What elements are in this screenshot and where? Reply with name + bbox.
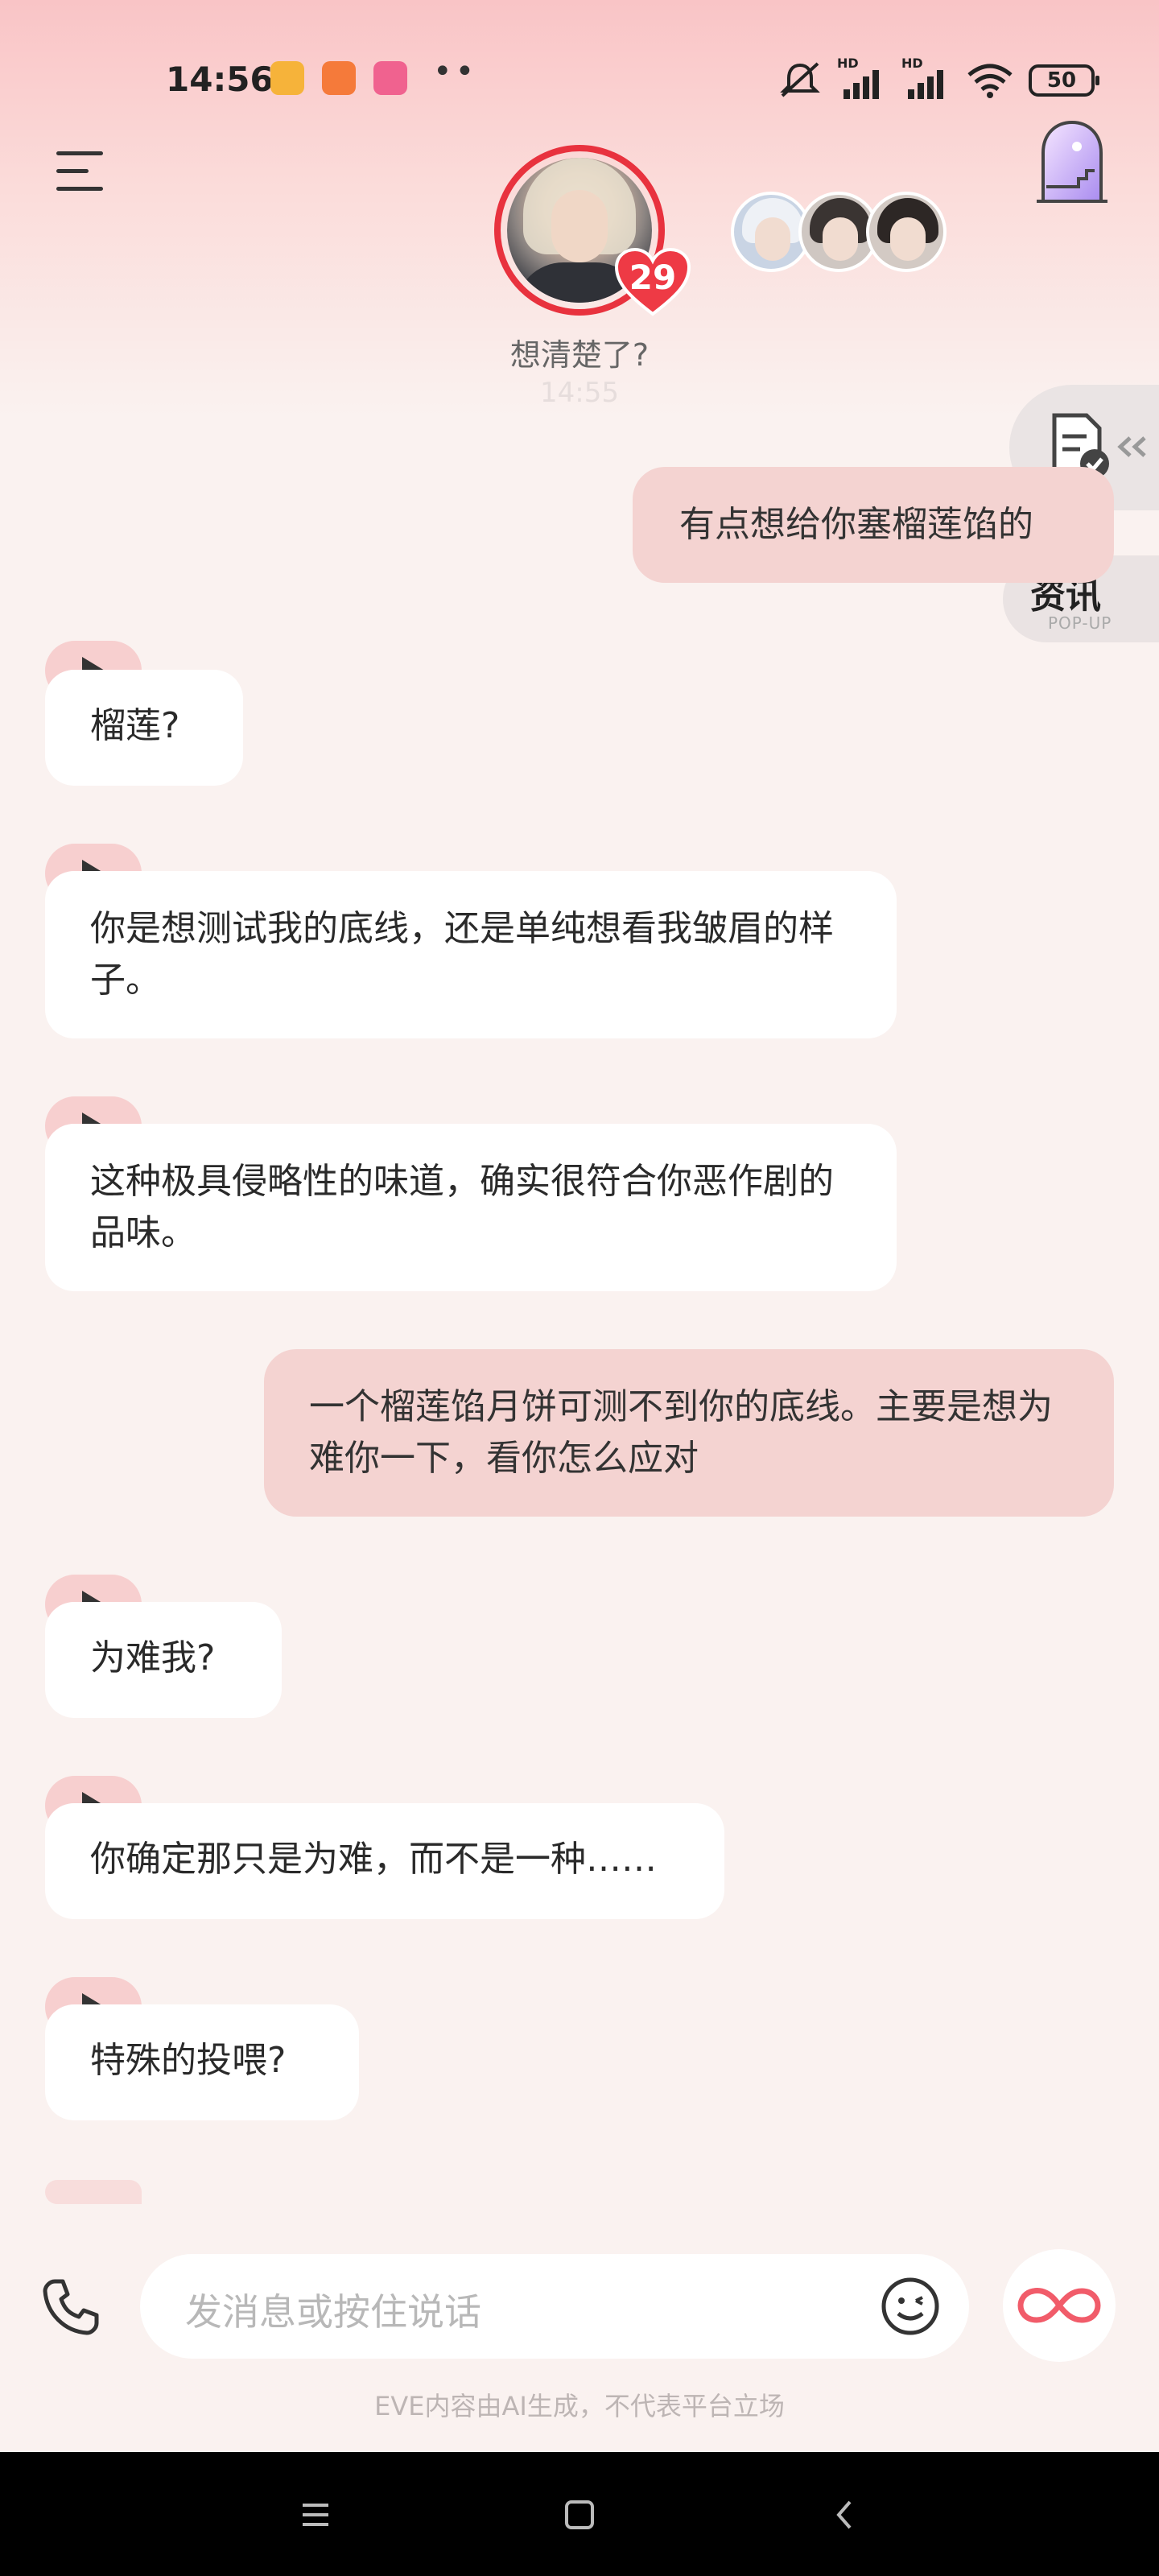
signal-2-icon: HD <box>901 56 951 101</box>
ai-mode-button[interactable] <box>1003 2249 1116 2362</box>
friend-avatar[interactable] <box>866 192 947 272</box>
message-text: 这种极具侵略性的味道，确实很符合你恶作剧的品味。 <box>90 1161 834 1253</box>
emoji-icon[interactable] <box>881 2277 940 2336</box>
infinity-icon <box>1017 2288 1101 2323</box>
message-text: 你确定那只是为难，而不是一种…… <box>90 1839 657 1880</box>
input-placeholder: 发消息或按住说话 <box>185 2290 481 2334</box>
message-text: 为难我? <box>90 1637 216 1678</box>
phone-call-icon[interactable] <box>39 2275 103 2339</box>
portal-gate-icon[interactable] <box>1033 118 1111 206</box>
message-timestamp: 14:55 <box>540 377 619 409</box>
signal-1-icon: HD <box>837 56 887 101</box>
battery-indicator: 50 <box>1029 64 1099 97</box>
message-text: 你是想测试我的底线，还是单纯想看我皱眉的样子。 <box>90 908 834 1001</box>
message-text: 榴莲? <box>90 705 180 746</box>
status-time: 14:56 <box>166 60 274 99</box>
shopping-app-icon <box>322 61 356 95</box>
status-bar: 14:56 •• HD HD 50 <box>0 48 1159 113</box>
ai-message[interactable]: 这种极具侵略性的味道，确实很符合你恶作剧的品味。 <box>45 1124 897 1291</box>
message-text: 有点想给你塞榴莲馅的 <box>679 504 1033 545</box>
notes-app-icon <box>270 61 304 95</box>
user-message[interactable]: 一个榴莲馅月饼可测不到你的底线。主要是想为难你一下，看你怎么应对 <box>264 1349 1114 1517</box>
friend-avatars[interactable] <box>731 192 948 272</box>
ai-message[interactable]: 为难我? <box>45 1602 282 1718</box>
message-text: 特殊的投喂? <box>90 2040 287 2081</box>
ai-message[interactable]: 特殊的投喂? <box>45 2004 359 2120</box>
popup-label: POP-UP <box>1048 613 1112 633</box>
home-icon[interactable] <box>555 2492 604 2537</box>
bilibili-app-icon <box>373 61 407 95</box>
menu-icon[interactable] <box>56 150 108 193</box>
wifi-icon <box>967 64 1013 98</box>
back-icon[interactable] <box>821 2492 869 2537</box>
heart-count: 29 <box>629 258 677 297</box>
more-notifications-icon: •• <box>433 53 478 90</box>
ai-message[interactable]: 榴莲? <box>45 670 243 786</box>
character-status: 想清楚了? <box>509 337 650 373</box>
mute-icon <box>780 62 820 97</box>
ai-disclaimer: EVE内容由AI生成，不代表平台立场 <box>374 2391 785 2421</box>
play-voice-button-partial[interactable] <box>45 2180 142 2204</box>
network-label: HD <box>901 56 923 71</box>
message-input[interactable]: 发消息或按住说话 <box>140 2254 969 2359</box>
message-text: 一个榴莲馅月饼可测不到你的底线。主要是想为难你一下，看你怎么应对 <box>309 1386 1053 1479</box>
chevron-left-icon <box>1117 436 1146 457</box>
ai-message[interactable]: 你是想测试我的底线，还是单纯想看我皱眉的样子。 <box>45 871 897 1038</box>
system-nav-bar <box>0 2452 1159 2576</box>
recent-apps-icon[interactable] <box>291 2492 340 2537</box>
ai-message[interactable]: 你确定那只是为难，而不是一种…… <box>45 1803 724 1919</box>
user-message[interactable]: 有点想给你塞榴莲馅的 <box>633 467 1114 583</box>
heart-badge: 29 <box>613 246 692 317</box>
network-label: HD <box>837 56 859 71</box>
status-indicators: HD HD 50 <box>777 56 1099 105</box>
